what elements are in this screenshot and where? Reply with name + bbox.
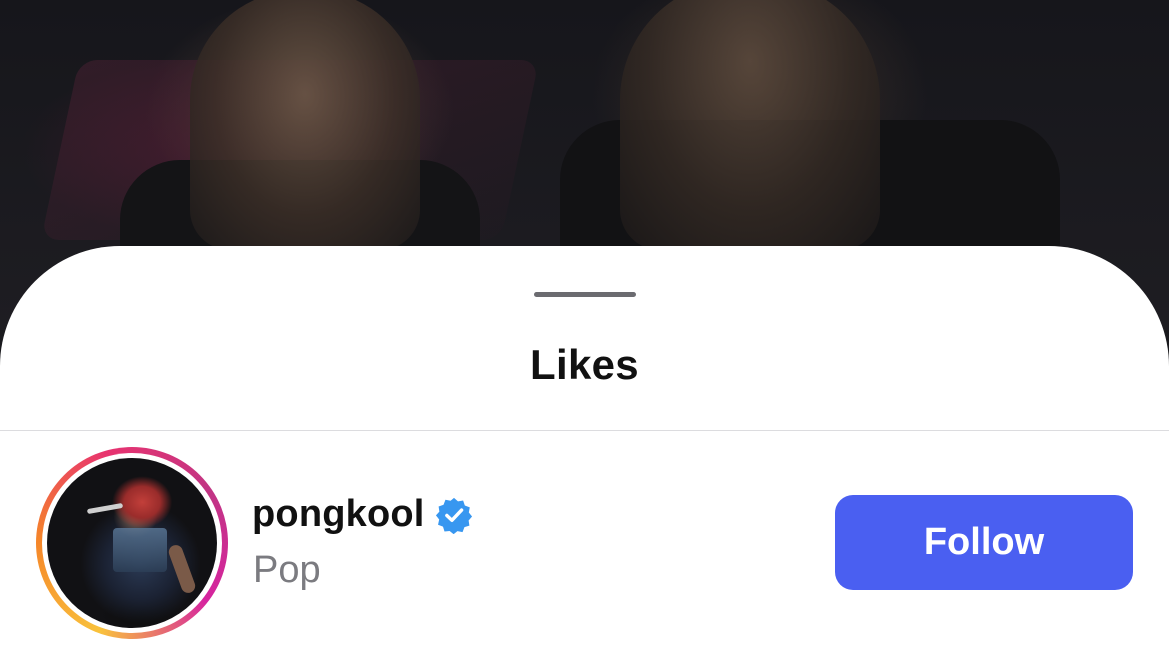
- arm-shape: [166, 543, 198, 595]
- microphone-shape: [86, 502, 124, 515]
- likes-bottom-sheet: Likes pongkool Pop Follow: [0, 246, 1169, 658]
- left-person-face: [190, 0, 420, 250]
- right-person-face: [620, 0, 880, 250]
- list-item[interactable]: pongkool Pop Follow: [0, 431, 1169, 658]
- follow-button[interactable]: Follow: [835, 495, 1133, 590]
- avatar[interactable]: [36, 447, 228, 639]
- profile-photo: [47, 458, 217, 628]
- username[interactable]: pongkool: [252, 493, 425, 536]
- verified-badge-icon: [435, 496, 473, 534]
- username-line[interactable]: pongkool: [252, 493, 473, 536]
- user-subtitle: Pop: [253, 549, 321, 591]
- sheet-drag-handle[interactable]: [534, 292, 636, 297]
- shirt-graphic: [113, 528, 167, 572]
- likes-screen: Likes pongkool Pop Follow: [0, 0, 1169, 658]
- sheet-title: Likes: [530, 341, 639, 388]
